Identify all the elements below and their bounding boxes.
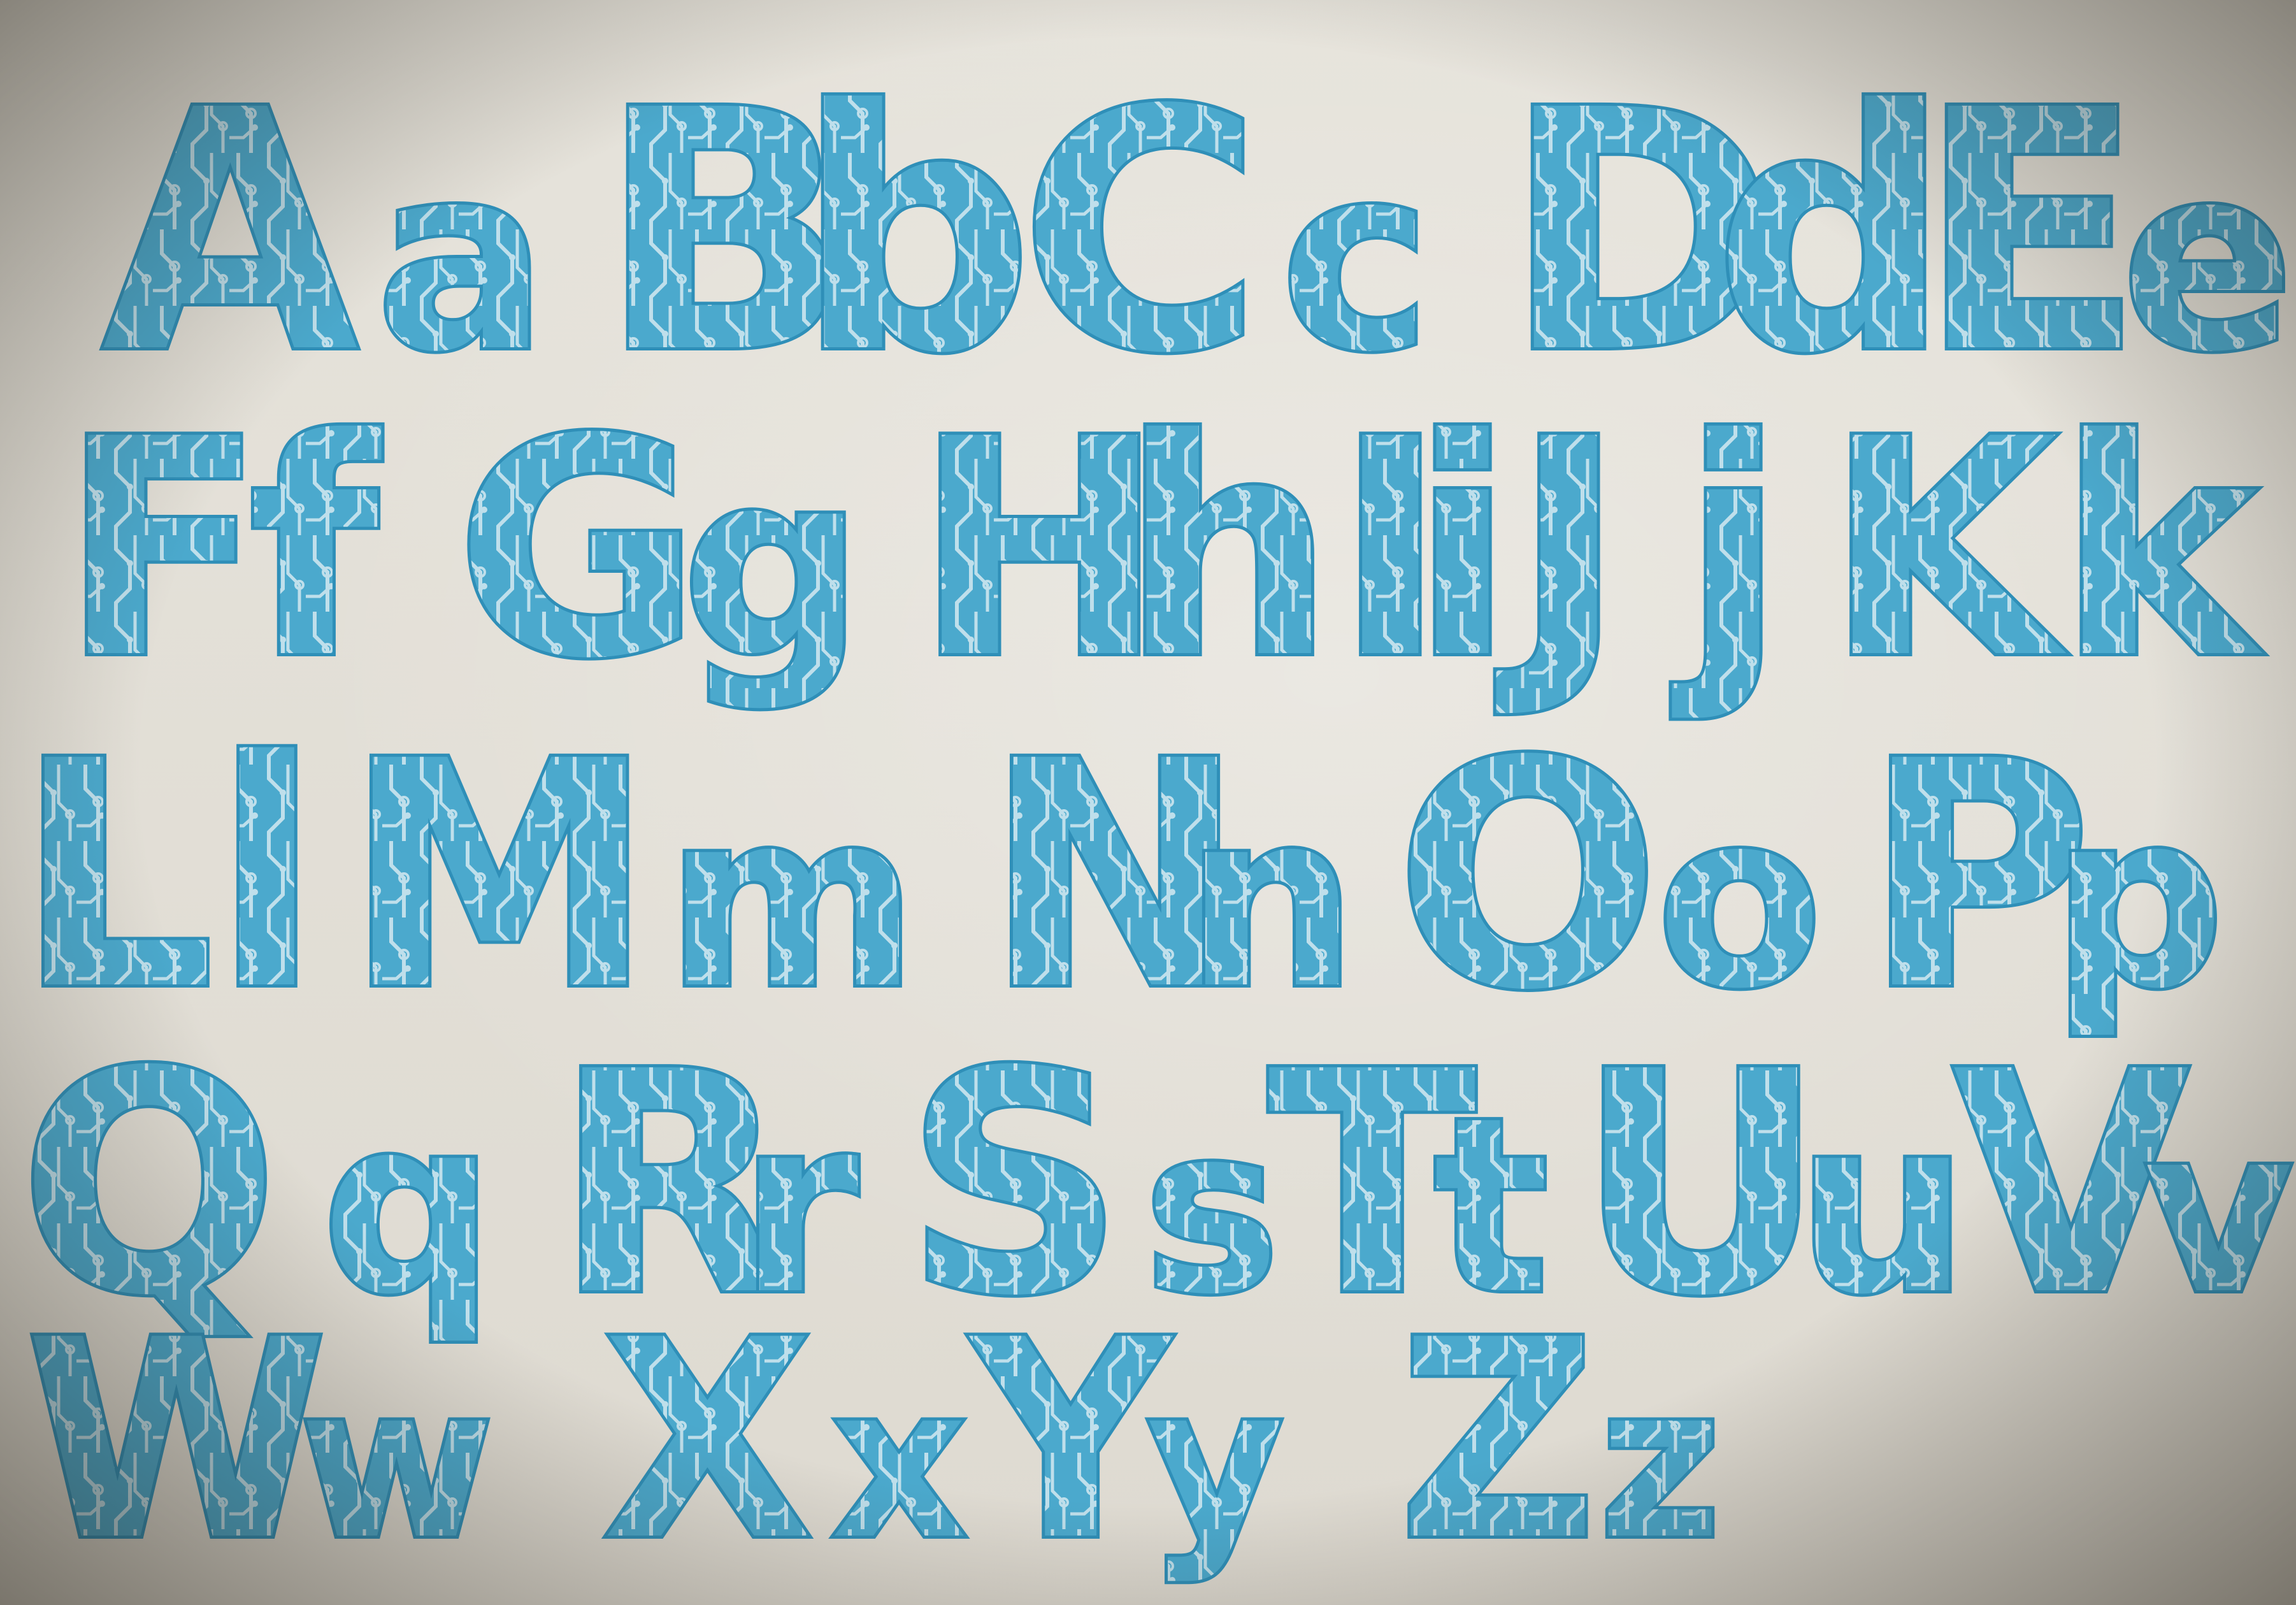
glyph-O-circuit: O [1395, 695, 1661, 1058]
glyph-m-circuit: m [666, 759, 918, 1042]
glyph-E-circuit: E [1918, 40, 2144, 426]
glyph-J-circuit: J [1495, 375, 1625, 724]
glyph-f-circuit: f [248, 375, 384, 724]
glyph-e-circuit: e [2121, 112, 2294, 408]
glyph-x-circuit: x [831, 1341, 967, 1585]
glyph-g-circuit: g [682, 417, 864, 714]
glyph-K-circuit: K [1825, 375, 2069, 724]
glyph-G-circuit: G [456, 375, 701, 724]
glyph-v-circuit: v [2144, 1077, 2293, 1344]
glyph-d-circuit: d [1714, 40, 1951, 426]
glyph-b-circuit: b [796, 40, 1033, 426]
glyph-i-circuit: i [1411, 375, 1514, 724]
glyph-X-circuit: X [602, 1282, 814, 1601]
glyph-U-circuit: U [1577, 1007, 1825, 1363]
glyph-j-circuit: j [1668, 375, 1784, 724]
glyph-C-circuit: C [1019, 40, 1263, 426]
glyph-z-circuit: z [1599, 1341, 1721, 1585]
glyph-y-circuit: y [1147, 1341, 1284, 1585]
glyph-F-circuit: F [61, 375, 265, 724]
glyph-a-circuit: a [376, 112, 548, 408]
glyph-row: F F f f G G g g H H h h I I i i J J j j … [57, 372, 2267, 727]
glyph-k-circuit: k [2058, 375, 2264, 724]
glyph-Y-circuit: Y [967, 1282, 1173, 1601]
glyph-row: L L l l M M m m N N n n O O o o P P p p [13, 691, 2228, 1062]
glyph-q-circuit: q [322, 1065, 495, 1348]
glyph-u-circuit: u [1797, 1065, 1969, 1348]
glyph-p-circuit: p [2051, 759, 2225, 1042]
glyph-A-circuit: A [102, 40, 361, 426]
glyph-L-circuit: L [16, 695, 215, 1058]
alphabet-artwork: A A a a B B b b C C c c D D d d E E e e … [13, 36, 2296, 1604]
glyph-l-circuit: l [213, 695, 320, 1058]
glyph-w-circuit: w [299, 1341, 494, 1585]
glyph-c-circuit: c [1281, 112, 1431, 408]
glyph-row: W W w w X X x x Y Y y y Z Z z z [22, 1279, 1725, 1604]
glyph-n-circuit: n [1185, 759, 1358, 1042]
glyph-o-circuit: o [1656, 759, 1823, 1042]
glyph-W-circuit: W [25, 1282, 327, 1601]
glyph-h-circuit: h [1121, 375, 1335, 724]
glyph-row: A A a a B B b b C C c c D D d d E E e e [99, 36, 2296, 429]
glyph-M-circuit: M [344, 695, 655, 1058]
glyph-Z-circuit: Z [1398, 1282, 1597, 1601]
